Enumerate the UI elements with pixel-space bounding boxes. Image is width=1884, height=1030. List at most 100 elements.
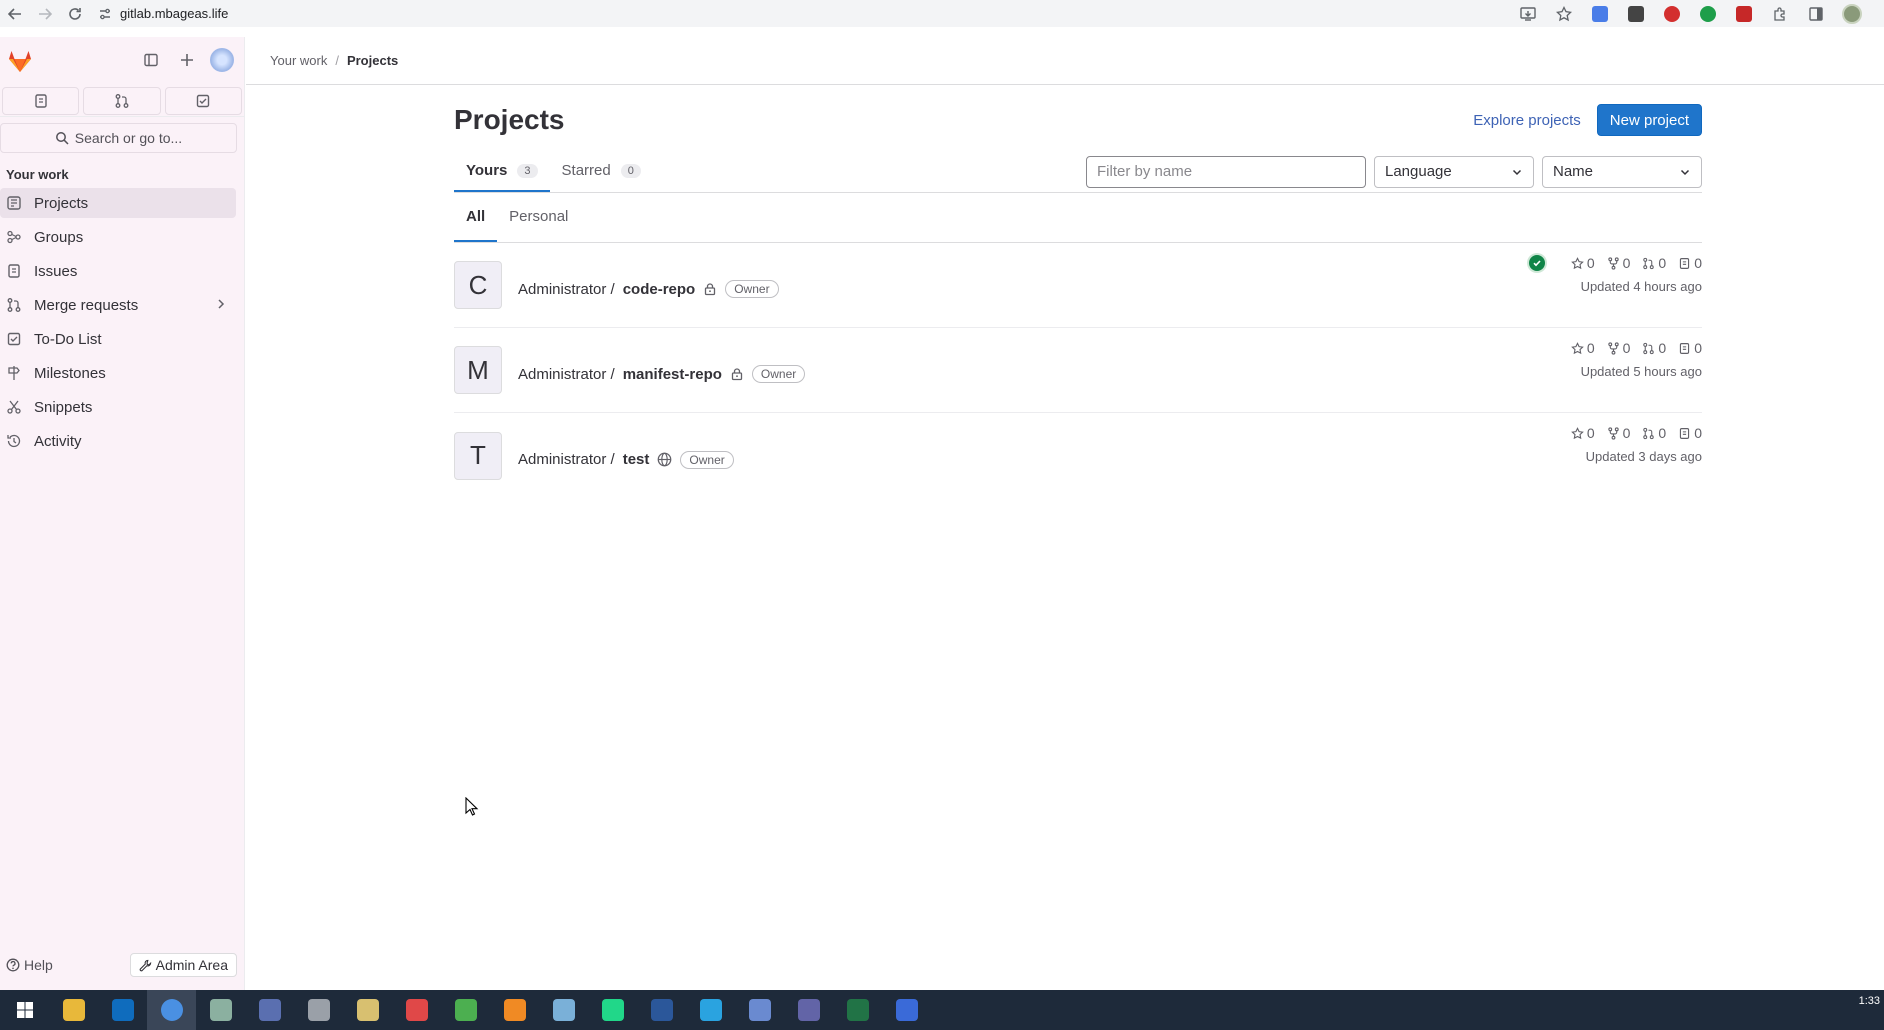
forks-count[interactable]: 0 [1607,340,1630,356]
site-settings-icon[interactable] [94,7,116,21]
taskbar-app-7-icon[interactable] [343,990,392,1030]
lock-extension-icon[interactable] [1726,0,1762,27]
search-button[interactable]: Search or go to... [0,123,237,153]
sidebar-item-merge-requests[interactable]: Merge requests [0,290,236,320]
taskbar-app-5-icon[interactable] [245,990,294,1030]
tab-yours[interactable]: Yours 3 [454,151,550,192]
stars-count[interactable]: 0 [1570,255,1595,271]
subtab-personal[interactable]: Personal [497,193,580,242]
taskbar-app-15-icon[interactable] [735,990,784,1030]
project-namespace[interactable]: Administrator / [518,366,615,383]
assigned-issues-icon[interactable] [2,86,80,115]
issues-count[interactable]: 0 [1678,425,1702,441]
translate-extension-icon[interactable] [1582,0,1618,27]
taskbar-teams-icon[interactable] [784,990,833,1030]
side-panel-icon[interactable] [1798,0,1834,27]
forks-count[interactable]: 0 [1607,255,1630,271]
sidebar-item-groups[interactable]: Groups [0,222,236,252]
breadcrumb-current[interactable]: Projects [347,53,398,68]
project-avatar[interactable]: T [454,431,502,480]
project-row[interactable]: C Administrator / code-repo Owner 0 0 0 … [454,243,1702,328]
taskbar-app-4-icon[interactable] [196,990,245,1030]
sidebar-item-projects[interactable]: Projects [0,188,236,218]
taskbar-app-11-icon[interactable] [539,990,588,1030]
project-namespace[interactable]: Administrator / [518,281,615,298]
bookmark-star-icon[interactable] [1546,0,1582,27]
project-name-link[interactable]: code-repo [623,281,696,298]
new-project-button[interactable]: New project [1596,104,1702,136]
admin-area-button[interactable]: Admin Area [129,953,237,977]
project-avatar[interactable]: M [454,346,502,394]
todo-counter-icon[interactable] [164,86,242,115]
profile-avatar-icon[interactable] [1834,0,1870,27]
create-new-icon[interactable] [174,47,200,73]
issues-count[interactable]: 0 [1678,255,1702,271]
project-name-link[interactable]: manifest-repo [623,366,722,383]
merge-requests-count[interactable]: 0 [1642,255,1666,271]
taskbar-pycharm-icon[interactable] [588,990,637,1030]
taskbar-app-6-icon[interactable] [294,990,343,1030]
sidebar-item-milestones[interactable]: Milestones [0,358,236,388]
lock-icon [703,282,717,296]
user-avatar[interactable] [210,48,234,72]
forward-icon[interactable] [30,0,60,27]
merge-requests-counter-icon[interactable] [83,86,161,115]
taskbar-chrome-icon[interactable] [147,990,196,1030]
explore-projects-link[interactable]: Explore projects [1473,112,1581,129]
extensions-puzzle-icon[interactable] [1762,0,1798,27]
sidebar-item-todo-list[interactable]: To-Do List [0,324,236,354]
reload-icon[interactable] [60,0,90,27]
project-row[interactable]: T Administrator / test Owner 0 0 0 0 Upd… [454,413,1702,498]
issues-count[interactable]: 0 [1678,340,1702,356]
page-actions: Explore projects New project [1473,104,1702,136]
taskbar-app-8-icon[interactable] [392,990,441,1030]
telegram-glyph [699,999,722,1021]
taskbar-file-explorer-icon[interactable] [49,990,98,1030]
pipeline-passed-icon[interactable] [1526,253,1547,273]
windows-start-icon[interactable] [0,990,49,1030]
back-icon[interactable] [0,0,30,27]
admin-area-label: Admin Area [155,957,228,973]
star-icon [1570,341,1584,355]
sidebar-item-issues[interactable]: Issues [0,256,236,286]
sidebar-item-snippets[interactable]: Snippets [0,392,236,422]
language-dropdown[interactable]: Language [1374,155,1534,188]
qr-extension-icon[interactable] [1618,0,1654,27]
sidebar-counters [0,85,244,117]
taskbar-app-9-icon[interactable] [441,990,490,1030]
stars-count[interactable]: 0 [1570,425,1595,441]
taskbar-excel-icon[interactable] [833,990,882,1030]
sort-dropdown[interactable]: Name [1542,155,1702,188]
project-name-link[interactable]: test [623,451,650,468]
merge-request-icon [6,297,26,313]
opera-extension-icon[interactable] [1654,0,1690,27]
updated-time: Updated 3 days ago [1585,449,1702,464]
taskbar-outlook-icon[interactable] [98,990,147,1030]
project-avatar[interactable]: C [454,261,502,309]
stars-count[interactable]: 0 [1570,340,1595,356]
project-namespace[interactable]: Administrator / [518,451,615,468]
help-button[interactable]: Help [6,957,53,973]
collapse-sidebar-icon[interactable] [138,47,164,73]
filter-by-name-input[interactable] [1086,155,1366,188]
project-row[interactable]: M Administrator / manifest-repo Owner 0 … [454,328,1702,413]
stars-value: 0 [1586,340,1595,356]
sidebar-item-activity[interactable]: Activity [0,426,236,456]
taskbar-app-10-icon[interactable] [490,990,539,1030]
gitlab-logo-icon[interactable] [6,47,34,75]
role-badge: Owner [725,280,779,298]
forks-count[interactable]: 0 [1607,425,1630,441]
breadcrumb-parent[interactable]: Your work [270,53,327,68]
install-app-icon[interactable] [1510,0,1546,27]
subtab-all[interactable]: All [454,193,498,242]
tab-starred[interactable]: Starred 0 [550,151,653,192]
pycharm-glyph [601,999,624,1021]
taskbar-app-18-icon[interactable] [882,990,931,1030]
merge-requests-count[interactable]: 0 [1642,340,1666,356]
taskbar-telegram-icon[interactable] [686,990,735,1030]
lock-extension-swatch [1736,5,1752,22]
merge-requests-count[interactable]: 0 [1642,425,1666,441]
taskbar-word-icon[interactable] [637,990,686,1030]
grammarly-extension-icon[interactable] [1690,0,1726,27]
address-bar[interactable]: gitlab.mbageas.life [94,0,1510,27]
